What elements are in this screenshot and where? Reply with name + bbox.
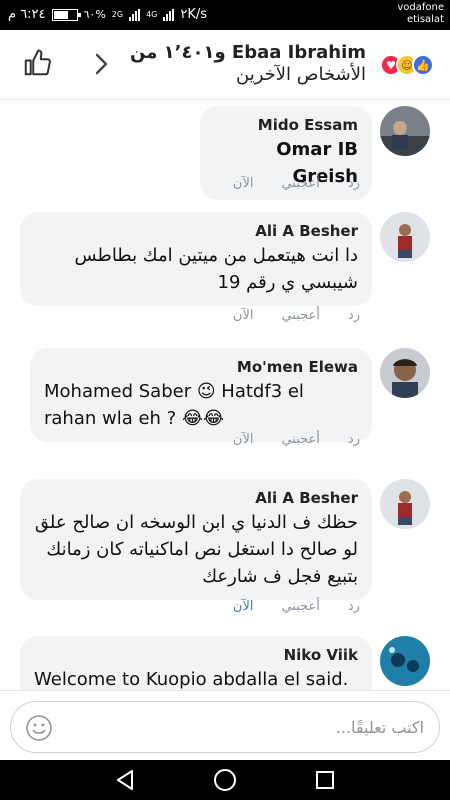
comment-time[interactable]: الآن [233, 308, 254, 323]
comment-actions: رد أعجبني الآن [233, 176, 360, 191]
comment-time[interactable]: الآن [233, 599, 254, 614]
comment-author[interactable]: Ali A Besher [34, 489, 358, 507]
home-icon[interactable] [213, 768, 237, 792]
avatar[interactable] [380, 212, 430, 262]
comment-author[interactable]: Mido Essam [214, 116, 358, 134]
status-bar: ٦:٢٤ م ٦٠% 2G 4G ٢K/s vodafone etisalat [0, 0, 450, 30]
carrier-2: etisalat [406, 14, 444, 25]
comment-text: دا انت هيتعمل من ميتين امك بطاطس شيبسي ي… [74, 245, 358, 293]
reactions-summary-line2: الأشخاص الآخرين [236, 64, 366, 85]
like-link[interactable]: أعجبني [281, 432, 319, 447]
comment-author[interactable]: Ali A Besher [34, 222, 358, 240]
reply-link[interactable]: رد [348, 432, 360, 447]
battery-icon [51, 8, 81, 21]
carriers: vodafone etisalat [397, 2, 444, 26]
reactions-header[interactable]: Ebaa Ibrahim و١٬٤٠١ من الأشخاص الآخرين ♥… [0, 30, 450, 100]
reply-link[interactable]: رد [348, 308, 360, 323]
comment: Mido Essam Omar IB Greish رد أعجبني الآن [0, 100, 450, 230]
sticker-button[interactable] [25, 714, 53, 746]
reactions-summary-line1: Ebaa Ibrahim و١٬٤٠١ من [130, 42, 366, 63]
comment-author[interactable]: Niko Viik [34, 646, 358, 664]
comment-composer [0, 690, 450, 760]
comment-bubble[interactable]: Ali A Besher دا انت هيتعمل من ميتين امك … [20, 212, 372, 306]
smiley-icon [26, 715, 52, 741]
comment: Niko Viik Welcome to Kuopio abdalla el s… [0, 636, 450, 690]
reactions-open-button[interactable] [90, 50, 112, 82]
avatar-photo [380, 106, 430, 156]
thumbs-up-icon [24, 49, 51, 76]
avatar-photo [380, 636, 430, 686]
reactions-summary: Ebaa Ibrahim و١٬٤٠١ من الأشخاص الآخرين [130, 42, 366, 86]
avatar-photo [380, 348, 430, 398]
status-left: ٦:٢٤ م ٦٠% 2G 4G ٢K/s [8, 7, 207, 22]
like-button[interactable] [22, 48, 52, 82]
network-type-2g: 2G [111, 10, 124, 19]
back-icon[interactable] [114, 768, 136, 792]
like-link[interactable]: أعجبني [281, 176, 319, 191]
comment-actions: رد أعجبني الآن [233, 308, 360, 323]
reply-link[interactable]: رد [348, 176, 360, 191]
avatar[interactable] [380, 479, 430, 529]
clock: ٦:٢٤ م [8, 7, 46, 22]
like-link[interactable]: أعجبني [281, 599, 319, 614]
comment: Mo'men Elewa Mohamed Saber 😉 Hatdf3 el r… [0, 348, 450, 488]
comment-text: Mohamed Saber 😉 Hatdf3 el rahan wla eh ?… [44, 381, 304, 429]
network-speed: ٢K/s [180, 7, 208, 22]
comment-text: Welcome to Kuopio abdalla el said. [34, 669, 349, 690]
android-nav-bar [0, 760, 450, 800]
recents-icon[interactable] [314, 768, 336, 792]
reply-link[interactable]: رد [348, 599, 360, 614]
comment-bubble[interactable]: Niko Viik Welcome to Kuopio abdalla el s… [20, 636, 372, 690]
avatar[interactable] [380, 106, 430, 156]
avatar-photo [380, 212, 430, 262]
comment-input-box[interactable] [10, 701, 440, 753]
avatar[interactable] [380, 636, 430, 686]
battery-level: ٦٠% [83, 8, 106, 21]
network-type-4g: 4G [146, 10, 158, 19]
comment-input[interactable] [69, 710, 424, 744]
comment-time[interactable]: الآن [233, 432, 254, 447]
comment-actions: رد أعجبني الآن [233, 432, 360, 447]
comment-bubble[interactable]: Ali A Besher حظك ف الدنيا ي ابن الوسخه ا… [20, 479, 372, 600]
carrier-1: vodafone [397, 2, 444, 13]
avatar-photo [380, 479, 430, 529]
comment-text: حظك ف الدنيا ي ابن الوسخه ان صالح علق لو… [34, 512, 358, 587]
comments-list[interactable]: Mido Essam Omar IB Greish رد أعجبني الآن… [0, 100, 450, 690]
signal-icon [129, 8, 141, 21]
like-link[interactable]: أعجبني [281, 308, 319, 323]
chevron-right-icon [95, 53, 108, 75]
comment-bubble[interactable]: Mo'men Elewa Mohamed Saber 😉 Hatdf3 el r… [30, 348, 372, 442]
comment: Ali A Besher حظك ف الدنيا ي ابن الوسخه ا… [0, 479, 450, 629]
comment-author[interactable]: Mo'men Elewa [44, 358, 358, 376]
comments-screen: Ebaa Ibrahim و١٬٤٠١ من الأشخاص الآخرين ♥… [0, 30, 450, 760]
comment-actions: رد أعجبني الآن [233, 599, 360, 614]
avatar[interactable] [380, 348, 430, 398]
signal-icon-2 [163, 8, 175, 21]
comment-time[interactable]: الآن [233, 176, 254, 191]
like-reaction-icon: 👍 [412, 54, 434, 76]
comment: Ali A Besher دا انت هيتعمل من ميتين امك … [0, 212, 450, 352]
reaction-icons: ♥ ☺ 👍 [380, 54, 434, 76]
